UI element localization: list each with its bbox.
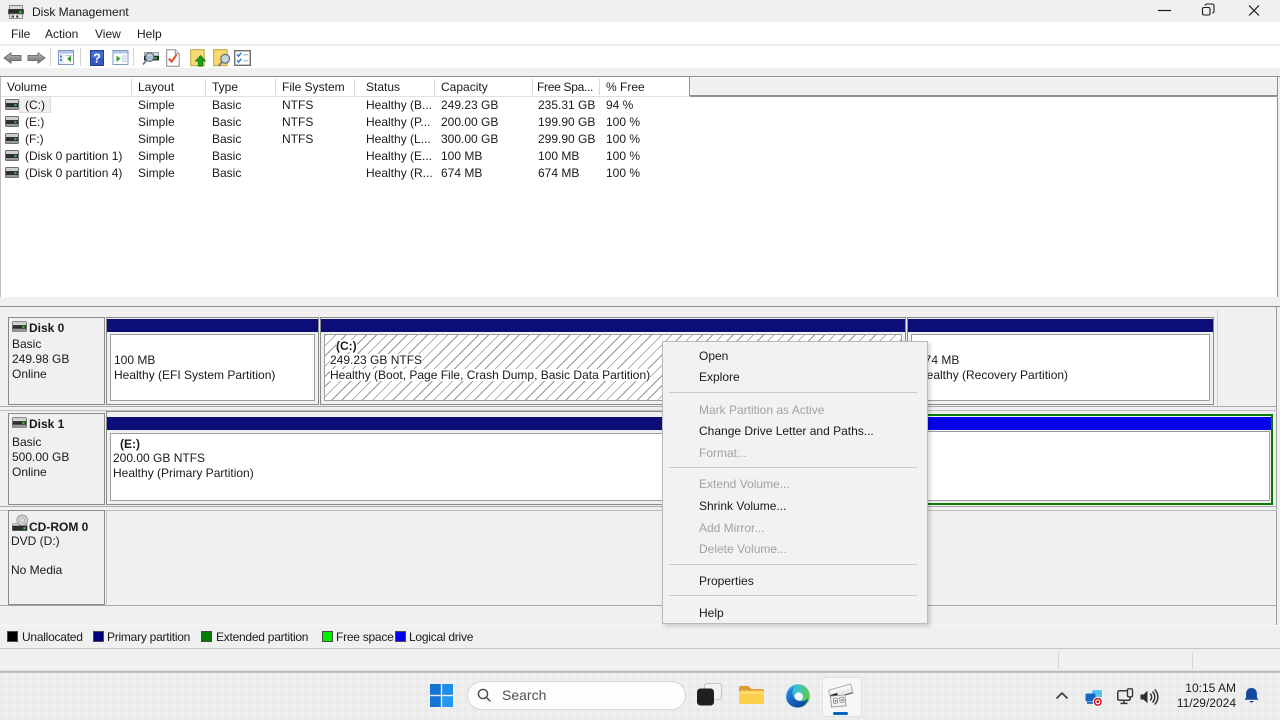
svg-text:?: ? [93, 52, 101, 66]
